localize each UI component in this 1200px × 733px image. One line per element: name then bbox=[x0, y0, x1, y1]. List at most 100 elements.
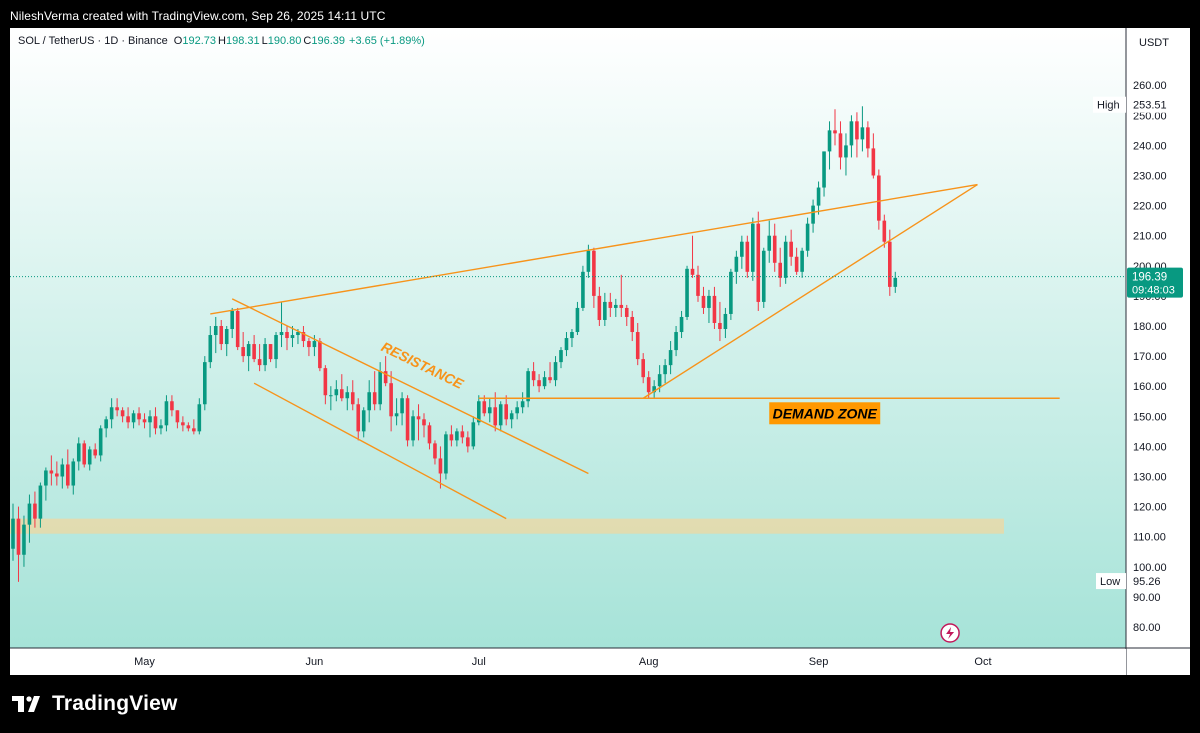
low-value: 95.26 bbox=[1133, 576, 1161, 588]
candle-body bbox=[197, 404, 202, 432]
candle-body bbox=[800, 250, 804, 272]
price-tick-label: 240.00 bbox=[1133, 140, 1167, 152]
candle-body bbox=[542, 377, 547, 387]
candle-body bbox=[164, 401, 169, 426]
candle-body bbox=[181, 422, 185, 426]
candle-body bbox=[723, 313, 728, 330]
candle-body bbox=[263, 344, 267, 366]
candle-body bbox=[531, 371, 536, 381]
tradingview-wordmark: TradingView bbox=[52, 692, 178, 715]
price-chart[interactable]: RESISTANCEDEMAND ZONE 80.0090.00100.0011… bbox=[10, 28, 1190, 675]
candle-body bbox=[866, 127, 870, 149]
candle-body bbox=[120, 410, 125, 417]
candle-body bbox=[734, 256, 739, 272]
candle-body bbox=[192, 428, 196, 432]
price-tick-label: 100.00 bbox=[1133, 562, 1167, 574]
candle-body bbox=[712, 295, 717, 323]
candle-body bbox=[219, 326, 224, 345]
candle-body bbox=[148, 416, 152, 423]
candle-body bbox=[361, 410, 366, 432]
candle-body bbox=[427, 425, 432, 444]
candle-body bbox=[405, 398, 410, 441]
candle-body bbox=[466, 437, 470, 447]
candle-body bbox=[153, 416, 158, 429]
price-tick-label: 120.00 bbox=[1133, 502, 1167, 514]
legend-high-label: H bbox=[218, 35, 226, 47]
candle-body bbox=[329, 395, 333, 397]
candle bbox=[756, 211, 761, 311]
candle-body bbox=[515, 407, 519, 414]
candle-body bbox=[487, 407, 492, 414]
legend-close-label: C bbox=[303, 35, 312, 47]
candle-body bbox=[794, 256, 799, 272]
candle-body bbox=[559, 350, 563, 363]
candle-body bbox=[789, 241, 793, 257]
candle-body bbox=[367, 392, 371, 411]
time-axis-background bbox=[10, 649, 1126, 675]
candle-body bbox=[871, 148, 876, 176]
candle-body bbox=[685, 268, 689, 317]
tradingview-logo-icon bbox=[12, 696, 40, 712]
candle-body bbox=[22, 524, 26, 555]
chart-credit: NileshVerma created with TradingView.com… bbox=[10, 9, 386, 23]
candle-body bbox=[60, 464, 65, 477]
candle-body bbox=[888, 241, 892, 287]
tradingview-brand: TradingView bbox=[12, 692, 178, 716]
candle-body bbox=[877, 175, 881, 221]
candle-body bbox=[76, 443, 81, 462]
candle-body bbox=[126, 416, 130, 423]
candle-body bbox=[400, 398, 404, 414]
price-tick-label: 80.00 bbox=[1133, 622, 1161, 634]
candle-body bbox=[224, 329, 229, 345]
legend-open-label: O bbox=[173, 35, 183, 47]
candle-body bbox=[44, 470, 48, 486]
candle-body bbox=[137, 413, 141, 420]
candle-body bbox=[82, 443, 87, 465]
candle bbox=[745, 235, 750, 278]
candle-body bbox=[740, 241, 744, 257]
candle-body bbox=[838, 133, 843, 158]
candle-body bbox=[438, 458, 443, 474]
candle-body bbox=[307, 341, 311, 348]
candle-body bbox=[104, 419, 108, 429]
candle-body bbox=[783, 241, 788, 278]
candle-body bbox=[411, 416, 415, 441]
candle-body bbox=[257, 359, 262, 366]
candle-body bbox=[592, 250, 596, 296]
candle-body bbox=[241, 347, 245, 357]
candle-body bbox=[246, 344, 251, 357]
legend-low-value: 190.80 bbox=[267, 35, 302, 47]
candle-body bbox=[498, 404, 503, 426]
currency-unit[interactable]: USDT bbox=[1139, 37, 1169, 49]
candle-body bbox=[16, 518, 21, 555]
legend-symbol[interactable]: SOL / TetherUS · 1D · Binance bbox=[18, 35, 168, 47]
candle-body bbox=[389, 383, 393, 417]
candle-body bbox=[312, 341, 317, 348]
candle bbox=[761, 247, 766, 308]
candle-body bbox=[603, 301, 607, 320]
candle-body bbox=[537, 380, 541, 387]
candle-body bbox=[340, 389, 344, 399]
candle-body bbox=[208, 335, 213, 363]
candle-body bbox=[186, 425, 191, 429]
candle-body bbox=[849, 121, 854, 146]
candle-body bbox=[268, 344, 273, 360]
price-tick-label: 180.00 bbox=[1133, 321, 1167, 333]
candle-body bbox=[663, 365, 667, 375]
candle bbox=[444, 431, 448, 480]
candle-body bbox=[504, 404, 508, 420]
candle-body bbox=[816, 187, 821, 206]
candle-body bbox=[449, 434, 454, 441]
candle-body bbox=[608, 301, 613, 308]
candle-body bbox=[520, 401, 525, 408]
candle-body bbox=[778, 262, 782, 278]
candle-body bbox=[33, 503, 37, 519]
price-tick-label: 90.00 bbox=[1133, 592, 1161, 604]
candle-body bbox=[131, 413, 136, 423]
candle-body bbox=[668, 350, 673, 366]
candle-body bbox=[350, 392, 355, 405]
candle-body bbox=[66, 464, 70, 486]
support-zone bbox=[10, 518, 1004, 534]
candle-body bbox=[893, 277, 898, 287]
candle-body bbox=[827, 130, 832, 152]
